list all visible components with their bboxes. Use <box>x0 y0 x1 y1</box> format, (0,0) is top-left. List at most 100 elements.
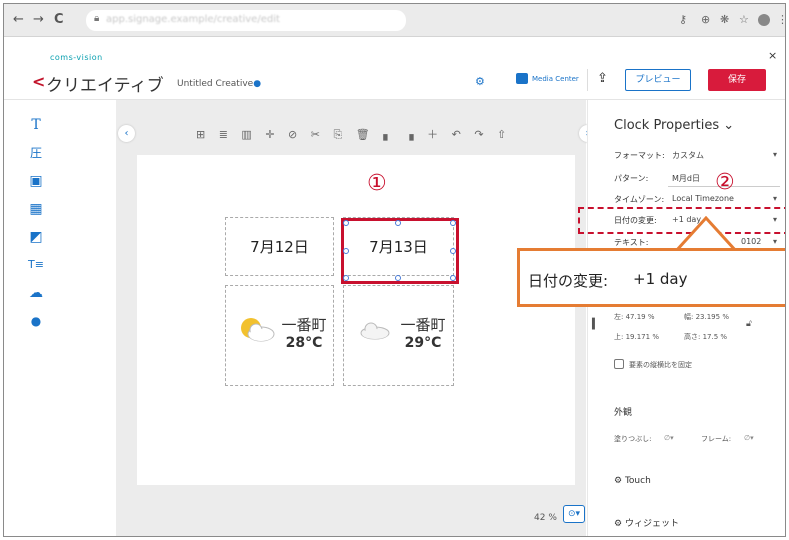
preview-button[interactable]: プレビュー <box>625 69 691 91</box>
callout-label: 日付の変更: <box>528 272 609 290</box>
zoom-callout: 日付の変更: +1 day <box>517 248 785 307</box>
media-center-button[interactable]: Media Center <box>532 75 579 83</box>
key-icon[interactable]: ⚷ <box>679 13 687 27</box>
resize-handle[interactable] <box>450 220 456 226</box>
collapse-left-button[interactable]: ‹ <box>118 125 135 142</box>
width-label: 幅: <box>684 313 694 321</box>
date-widget-today[interactable]: 7月12日 <box>225 217 334 276</box>
address-bar[interactable]: 🔒︎ app.signage.example/creative/edit <box>86 10 406 31</box>
left-position-field[interactable]: 左: 47.19 % <box>614 312 655 322</box>
chevron-down-icon[interactable]: ▾ <box>773 194 777 203</box>
text-label: テキスト: <box>614 238 649 247</box>
element-toolbox: T 圧 ▣ ▦ ◩ T≡ ☁ ● <box>20 114 52 432</box>
width-value: 23.195 <box>695 313 721 321</box>
properties-panel: Clock Properties ⌄ フォーマット: カスタム ▾ パターン: … <box>587 100 785 536</box>
page-title: クリエイティブ <box>46 76 164 96</box>
annotation-marker-1: ① <box>367 171 387 196</box>
screenshot-frame: ← → C 🔒︎ app.signage.example/creative/ed… <box>3 3 786 537</box>
text-block-icon[interactable]: 圧 <box>20 142 52 164</box>
weather-icon[interactable]: ☁ <box>20 282 52 304</box>
left-value: 47.19 <box>625 313 646 321</box>
resize-handle[interactable] <box>395 220 401 226</box>
creative-name-text: Untitled Creative <box>177 79 254 89</box>
edit-toolbar[interactable]: ⊞ ≣ ▥ ✛ ⊘ ✂ ⎘ 🗑 ▖ ▗ ＋ ↶ ↷ ⇧ <box>196 126 511 142</box>
profile-icon[interactable] <box>758 14 770 26</box>
ticker-icon[interactable]: T≡ <box>20 254 52 276</box>
drag-handle-icon[interactable]: ▍ <box>592 319 600 330</box>
editor-area: ⊞ ≣ ▥ ✛ ⊘ ✂ ⎘ 🗑 ▖ ▗ ＋ ↶ ↷ ⇧ ‹ › 7月12日 7月… <box>116 100 596 536</box>
format-select[interactable]: カスタム <box>672 150 704 161</box>
zoom-level: 42 % <box>534 513 557 523</box>
widget-label: ウィジェット <box>624 519 679 529</box>
height-field[interactable]: 高さ: 17.5 % <box>684 332 727 342</box>
publish-icon[interactable]: ⇪ <box>597 71 608 86</box>
resize-handle[interactable] <box>395 275 401 281</box>
close-icon[interactable]: × <box>768 49 777 62</box>
browser-forward-button[interactable]: → <box>33 12 44 28</box>
logo: coms-vision <box>50 53 103 62</box>
creative-name[interactable]: Untitled Creative● <box>177 79 261 89</box>
creative-canvas[interactable]: 7月12日 7月13日 一番町 28°C 一番町 29°C <box>137 155 575 485</box>
pattern-input[interactable]: M月d日 <box>672 173 700 184</box>
resize-handle[interactable] <box>343 248 349 254</box>
percent-unit: % <box>722 313 729 321</box>
save-button[interactable]: 保存 <box>708 69 766 91</box>
video-icon[interactable]: ▦ <box>20 198 52 220</box>
left-panel <box>54 100 114 536</box>
media-center-icon[interactable] <box>516 73 528 84</box>
panel-title[interactable]: Clock Properties ⌄ <box>614 118 734 133</box>
chevron-down-icon: ⌄ <box>723 118 735 133</box>
height-value: 17.5 <box>702 333 719 341</box>
gear-icon: ⚙ <box>614 519 623 529</box>
slides-icon[interactable]: ◩ <box>20 226 52 248</box>
browser-back-button[interactable]: ← <box>13 12 24 28</box>
text-tool-icon[interactable]: T <box>20 114 52 136</box>
weather-widget-today[interactable]: 一番町 28°C <box>225 285 334 386</box>
top-label: 上: <box>614 333 624 341</box>
resize-handle[interactable] <box>450 248 456 254</box>
resize-handle[interactable] <box>343 220 349 226</box>
callout-value: +1 day <box>633 270 688 288</box>
settings-icon[interactable]: ⚙ <box>475 75 485 88</box>
unsaved-dot-icon: ● <box>253 79 262 89</box>
touch-section[interactable]: ⚙ Touch <box>614 476 651 486</box>
weather-location: 一番町 <box>400 316 446 334</box>
lock-aspect-icon[interactable]: 🔓︎ <box>746 319 752 329</box>
address-text: app.signage.example/creative/edit <box>106 14 280 25</box>
text-value[interactable]: 0102 <box>741 237 761 246</box>
weather-temperature: 28°C <box>285 335 323 351</box>
timezone-select[interactable]: Local Timezone <box>672 194 734 203</box>
menu-icon[interactable]: ⋮ <box>777 13 785 27</box>
browser-reload-button[interactable]: C <box>54 12 64 28</box>
touch-label: Touch <box>624 476 651 486</box>
image-icon[interactable]: ▣ <box>20 170 52 192</box>
back-arrow-icon[interactable]: < <box>32 72 45 91</box>
zoom-dropdown[interactable]: ⊙▾ <box>563 505 585 523</box>
callout-pointer <box>676 216 736 252</box>
extension-icon[interactable]: ❋ <box>720 13 729 27</box>
height-label: 高さ: <box>684 333 701 341</box>
frame-select[interactable]: ∅▾ <box>744 434 754 442</box>
zoom-icon[interactable]: ⊕ <box>701 13 710 27</box>
width-field[interactable]: 幅: 23.195 % <box>684 312 729 322</box>
resize-handle[interactable] <box>450 275 456 281</box>
cloud-icon <box>360 322 390 340</box>
browser-toolbar: ← → C 🔒︎ app.signage.example/creative/ed… <box>4 4 785 37</box>
sun-cloud-icon <box>241 318 275 342</box>
clock-icon[interactable]: ● <box>20 310 52 332</box>
fill-select[interactable]: ∅▾ <box>664 434 674 442</box>
percent-unit: % <box>720 333 728 341</box>
top-position-field[interactable]: 上: 19.171 % <box>614 332 659 342</box>
fill-label: 塗りつぶし: <box>614 435 652 443</box>
left-label: 左: <box>614 313 624 321</box>
resize-handle[interactable] <box>343 275 349 281</box>
top-value: 19.171 <box>625 333 651 341</box>
weather-widget-tomorrow[interactable]: 一番町 29°C <box>343 285 454 386</box>
star-icon[interactable]: ☆ <box>739 13 749 27</box>
widget-section[interactable]: ⚙ ウィジェット <box>614 516 679 529</box>
chevron-down-icon[interactable]: ▾ <box>773 237 777 246</box>
header-divider <box>587 69 588 91</box>
lock-icon: 🔒︎ <box>94 13 100 24</box>
aspect-lock-checkbox[interactable] <box>614 359 624 369</box>
chevron-down-icon[interactable]: ▾ <box>773 150 777 159</box>
